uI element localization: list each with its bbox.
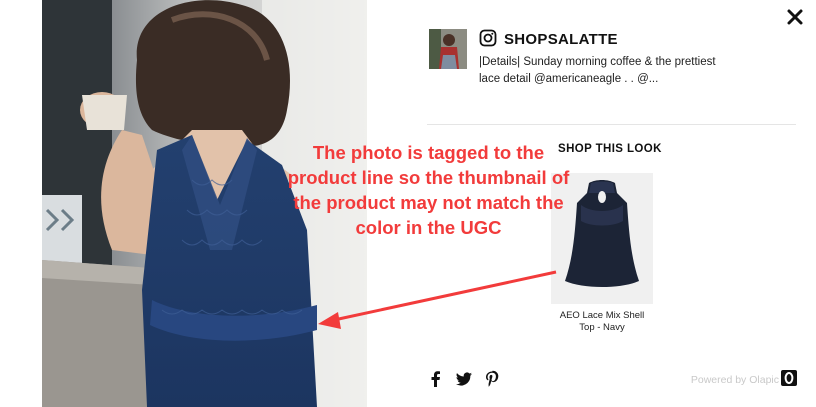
divider [427, 124, 796, 125]
post-caption: |Details| Sunday morning coffee & the pr… [479, 56, 716, 85]
shop-this-look-heading: SHOP THIS LOOK [558, 143, 662, 155]
close-button[interactable] [785, 7, 805, 27]
avatar[interactable] [429, 29, 467, 69]
powered-by-text[interactable]: Powered by Olapic [691, 374, 779, 386]
facebook-icon[interactable] [427, 370, 445, 388]
avatar-image [429, 29, 467, 69]
annotation-callout: The photo is tagged to the product line … [287, 142, 570, 238]
pinterest-icon[interactable] [483, 370, 501, 388]
post-username[interactable]: SHOPSALATTE [504, 31, 618, 48]
instagram-icon[interactable] [479, 29, 497, 47]
twitter-icon[interactable] [455, 370, 473, 388]
olapic-logo-icon[interactable] [781, 370, 797, 386]
share-bar [427, 370, 501, 388]
product-name[interactable]: AEO Lace Mix Shell Top - Navy [551, 310, 653, 334]
close-icon[interactable] [785, 7, 805, 27]
